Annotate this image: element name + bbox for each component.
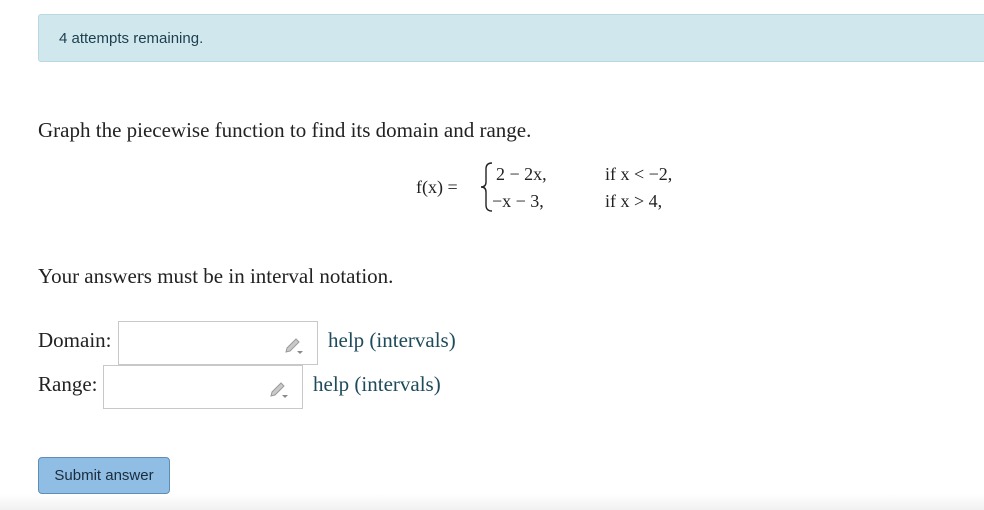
range-input-box[interactable] [103,365,303,409]
function-label: f(x) = [416,177,458,197]
page-bottom-divider [0,494,984,510]
domain-input-box[interactable] [118,321,318,365]
range-label: Range: [38,372,98,396]
range-help-link[interactable]: help (intervals) [313,372,441,397]
domain-input[interactable] [125,323,289,365]
problem-prompt: Graph the piecewise function to find its… [38,118,532,142]
range-input[interactable] [110,367,274,409]
attempts-text: 4 attempts remaining. [59,30,204,47]
attempts-alert: 4 attempts remaining. [38,14,984,62]
domain-label: Domain: [38,328,112,352]
case-2-expression: −x − 3, [492,191,544,211]
case-2-condition: if x > 4, [605,191,663,211]
pencil-icon[interactable] [283,334,305,354]
submit-answer-button[interactable]: Submit answer [38,457,170,494]
pencil-icon[interactable] [268,378,290,398]
interval-notation-note: Your answers must be in interval notatio… [38,264,394,288]
domain-help-link[interactable]: help (intervals) [328,328,456,353]
case-1-expression: 2 − 2x, [496,164,547,184]
case-1-condition: if x < −2, [605,164,673,184]
